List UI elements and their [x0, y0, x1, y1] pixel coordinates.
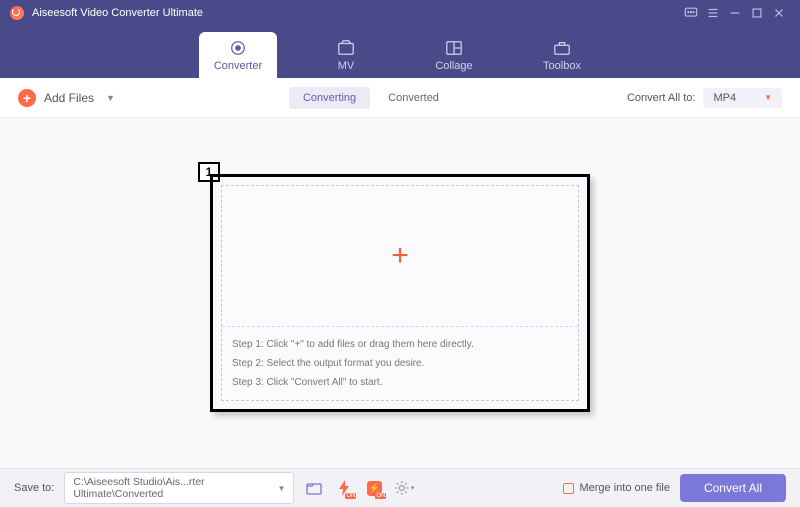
dropzone-highlight: + Step 1: Click "+" to add files or drag… [210, 174, 590, 412]
converting-tab[interactable]: Converting [289, 87, 370, 109]
titlebar: Aiseesoft Video Converter Ultimate [0, 0, 800, 26]
maximize-icon[interactable] [746, 2, 768, 24]
main-area: 1 + Step 1: Click "+" to add files or dr… [0, 118, 800, 468]
footer: Save to: C:\Aiseesoft Studio\Ais...rter … [0, 468, 800, 507]
checkbox-icon [563, 483, 574, 494]
toolbar: + Add Files ▼ Converting Converted Conve… [0, 78, 800, 118]
save-path-value: C:\Aiseesoft Studio\Ais...rter Ultimate\… [73, 476, 265, 500]
app-logo-icon [10, 6, 24, 20]
gpu-accel-button[interactable]: ON [334, 478, 354, 498]
settings-button[interactable]: ▾ [394, 478, 414, 498]
toolbox-icon [552, 39, 572, 57]
tab-label: MV [338, 60, 355, 72]
main-nav: Converter MV Collage Toolbox [0, 26, 800, 78]
tab-collage[interactable]: Collage [415, 32, 493, 78]
format-value: MP4 [713, 92, 736, 104]
chevron-down-icon: ▼ [277, 484, 285, 493]
plus-icon: + [18, 89, 36, 107]
tab-label: Collage [435, 60, 472, 72]
tab-toolbox[interactable]: Toolbox [523, 32, 601, 78]
plus-icon: + [391, 239, 409, 273]
save-path-select[interactable]: C:\Aiseesoft Studio\Ais...rter Ultimate\… [64, 472, 294, 504]
mv-icon [336, 39, 356, 57]
tab-label: Toolbox [543, 60, 581, 72]
step-text: Step 1: Click "+" to add files or drag t… [232, 335, 568, 354]
tab-converter[interactable]: Converter [199, 32, 277, 78]
add-file-area[interactable]: + [222, 186, 578, 327]
instructions: Step 1: Click "+" to add files or drag t… [222, 327, 578, 400]
collage-icon [444, 39, 464, 57]
tab-label: Converter [214, 60, 262, 72]
tab-mv[interactable]: MV [307, 32, 385, 78]
output-format-select[interactable]: MP4 ▼ [703, 88, 782, 108]
file-dropzone[interactable]: + Step 1: Click "+" to add files or drag… [221, 185, 579, 401]
save-to-label: Save to: [14, 482, 54, 494]
high-speed-button[interactable]: ⚡ ON [364, 478, 384, 498]
converted-tab[interactable]: Converted [374, 87, 453, 109]
app-title: Aiseesoft Video Converter Ultimate [32, 7, 203, 19]
add-files-label: Add Files [44, 91, 94, 105]
merge-checkbox[interactable]: Merge into one file [563, 482, 670, 494]
menu-icon[interactable] [702, 2, 724, 24]
converter-icon [228, 39, 248, 57]
chevron-down-icon: ▼ [764, 93, 772, 102]
close-icon[interactable] [768, 2, 790, 24]
chevron-down-icon: ▼ [106, 93, 115, 103]
convert-all-button[interactable]: Convert All [680, 474, 786, 502]
convert-all-to-label: Convert All to: [627, 92, 695, 104]
step-text: Step 3: Click "Convert All" to start. [232, 373, 568, 392]
add-files-button[interactable]: + Add Files ▼ [18, 89, 115, 107]
open-folder-button[interactable] [304, 478, 324, 498]
merge-label: Merge into one file [579, 482, 670, 494]
minimize-icon[interactable] [724, 2, 746, 24]
feedback-icon[interactable] [680, 2, 702, 24]
step-text: Step 2: Select the output format you des… [232, 354, 568, 373]
